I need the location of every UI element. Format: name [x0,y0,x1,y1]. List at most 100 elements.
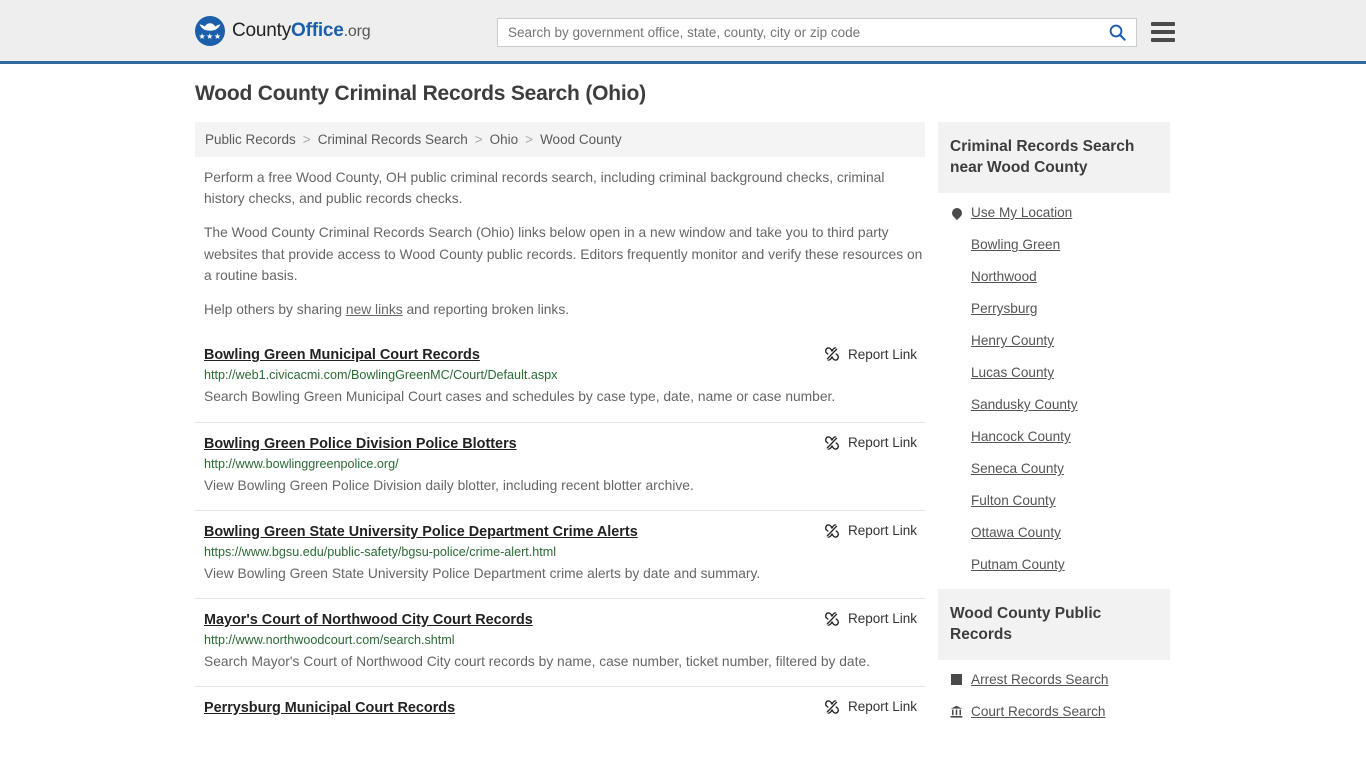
sidebar-link-label[interactable]: Hancock County [971,429,1071,444]
report-link-button[interactable]: Report Link [824,435,917,451]
breadcrumb-item-ohio[interactable]: Ohio [490,132,519,147]
intro-p3-after: and reporting broken links. [402,302,570,318]
sidebar-item-sandusky-county[interactable]: Sandusky County [950,397,1170,412]
search-button[interactable] [1098,19,1136,46]
result-url[interactable]: https://www.bgsu.edu/public-safety/bgsu-… [204,545,925,559]
hamburger-menu-icon [1151,38,1175,42]
sidebar-link-label[interactable]: Fulton County [971,493,1056,508]
sidebar-link-label[interactable]: Court Records Search [971,704,1105,719]
hamburger-menu-button[interactable] [1151,20,1175,44]
sidebar-item-henry-county[interactable]: Henry County [950,333,1170,348]
intro-paragraph-3: Help others by sharing new links and rep… [204,299,925,320]
result-title-link[interactable]: Bowling Green Police Division Police Blo… [204,436,517,452]
result-title-link[interactable]: Perrysburg Municipal Court Records [204,700,455,716]
sidebar-link-label[interactable]: Ottawa County [971,525,1061,540]
page-body: Wood County Criminal Records Search (Ohi… [0,64,1366,736]
stars-icon: ★★★ [198,31,222,41]
sidebar-item-hancock-county[interactable]: Hancock County [950,429,1170,444]
breadcrumb-item-criminal-records-search[interactable]: Criminal Records Search [318,132,468,147]
location-pin-icon [949,205,964,220]
result-item: Bowling Green Police Division Police Blo… [195,421,925,510]
report-link-button[interactable]: Report Link [824,346,917,362]
spacer-icon [950,525,963,540]
sidebar-link-label[interactable]: Sandusky County [971,397,1078,412]
intro-paragraph-2: The Wood County Criminal Records Search … [204,225,923,283]
result-url[interactable]: http://web1.civicacmi.com/BowlingGreenMC… [204,368,925,382]
breadcrumb-separator: > [474,132,483,147]
sidebar-item-fulton-county[interactable]: Fulton County [950,493,1170,508]
spacer-icon [950,269,963,284]
spacer-icon [950,365,963,380]
result-url[interactable]: http://www.bowlinggreenpolice.org/ [204,457,925,471]
sidebar-item-northwood[interactable]: Northwood [950,269,1170,284]
broken-link-icon [824,523,839,538]
result-title-link[interactable]: Bowling Green Municipal Court Records [204,347,480,363]
sidebar-item-lucas-county[interactable]: Lucas County [950,365,1170,380]
sidebar-item-use-my-location[interactable]: Use My Location [949,205,1170,220]
spacer-icon [950,397,963,412]
sidebar-item-perrysburg[interactable]: Perrysburg [950,301,1170,316]
sidebar-link-label[interactable]: Putnam County [971,557,1065,572]
results-list: Bowling Green Municipal Court Records ht… [195,332,925,734]
result-url[interactable]: http://www.northwoodcourt.com/search.sht… [204,633,925,647]
sidebar-link-label[interactable]: Use My Location [971,205,1072,220]
sidebar-item-ottawa-county[interactable]: Ottawa County [950,525,1170,540]
sidebar-link-label[interactable]: Northwood [971,269,1037,284]
logo-bold: Office [291,19,344,41]
spacer-icon [950,493,963,508]
page-title: Wood County Criminal Records Search (Ohi… [195,82,646,105]
sidebar-item-putnam-county[interactable]: Putnam County [950,557,1170,572]
result-description: Search Bowling Green Municipal Court cas… [204,389,836,405]
logo-prefix: County [232,19,292,41]
main-column: Public Records > Criminal Records Search… [195,122,925,735]
report-link-button[interactable]: Report Link [824,611,917,627]
courthouse-icon [950,704,963,719]
report-link-button[interactable]: Report Link [824,523,917,539]
sidebar-item-seneca-county[interactable]: Seneca County [950,461,1170,476]
broken-link-icon [824,347,839,362]
report-link-label: Report Link [847,611,917,627]
sidebar-link-label[interactable]: Bowling Green [971,237,1060,252]
result-item: Bowling Green Municipal Court Records ht… [195,332,925,421]
search-input[interactable] [498,19,1098,46]
sidebar: Criminal Records Search near Wood County… [938,122,1170,736]
sidebar-link-label[interactable]: Seneca County [971,461,1064,476]
square-badge-icon [950,672,963,687]
result-description: View Bowling Green Police Division daily… [204,477,694,493]
sidebar-nearby-list: Use My Location Bowling Green Northwood … [938,193,1170,572]
hamburger-menu-icon [1151,22,1175,26]
site-header: ★★★ CountyOffice.org [0,0,1366,64]
result-title-link[interactable]: Bowling Green State University Police De… [204,524,638,540]
result-title-link[interactable]: Mayor's Court of Northwood City Court Re… [204,612,533,628]
search-bar[interactable] [497,18,1137,47]
intro-paragraph-1: Perform a free Wood County, OH public cr… [204,170,885,207]
report-link-button[interactable]: Report Link [824,699,917,715]
logo-tld: .org [343,22,371,40]
sidebar-public-records-list: Arrest Records Search Court Records Sear… [938,660,1170,719]
sidebar-public-records-box: Wood County Public Records Arrest Record… [938,589,1170,719]
sidebar-link-label[interactable]: Lucas County [971,365,1054,380]
spacer-icon [950,301,963,316]
report-link-label: Report Link [847,435,917,450]
sidebar-link-label[interactable]: Perrysburg [971,301,1037,316]
sidebar-link-label[interactable]: Henry County [971,333,1054,348]
sidebar-link-label[interactable]: Arrest Records Search [971,672,1109,687]
intro-text: Perform a free Wood County, OH public cr… [195,157,925,320]
result-description: View Bowling Green State University Poli… [204,565,761,581]
sidebar-nearby-heading: Criminal Records Search near Wood County [938,122,1170,194]
sidebar-item-bowling-green[interactable]: Bowling Green [950,237,1170,252]
breadcrumb-separator: > [302,132,311,147]
breadcrumb-separator: > [525,132,534,147]
site-logo[interactable]: ★★★ CountyOffice.org [195,15,371,46]
content-row: Public Records > Criminal Records Search… [195,122,1366,736]
new-links-link[interactable]: new links [346,302,403,317]
breadcrumb-item-wood-county: Wood County [540,132,622,147]
breadcrumb-item-public-records[interactable]: Public Records [205,132,296,147]
broken-link-icon [824,611,839,626]
result-item: Perrysburg Municipal Court Records Repor… [195,685,925,735]
hamburger-menu-icon [1151,30,1175,34]
spacer-icon [950,237,963,252]
sidebar-item-arrest-records-search[interactable]: Arrest Records Search [950,672,1170,687]
result-item: Mayor's Court of Northwood City Court Re… [195,597,925,686]
sidebar-item-court-records-search[interactable]: Court Records Search [950,704,1170,719]
